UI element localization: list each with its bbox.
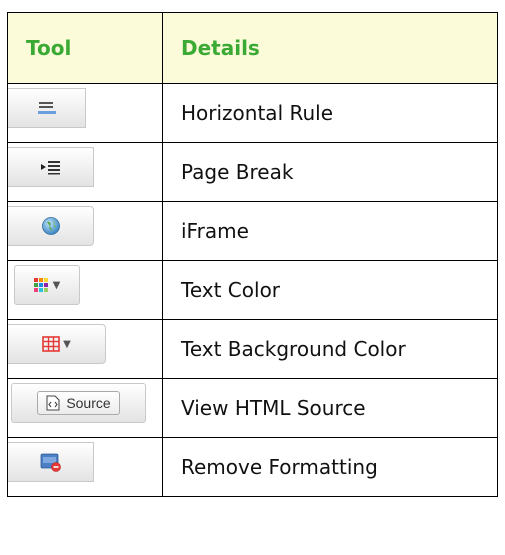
table-row: Source View HTML Source xyxy=(7,378,498,438)
table-row: Page Break xyxy=(7,142,498,202)
tool-cell xyxy=(7,83,163,143)
tool-cell xyxy=(7,437,163,497)
text-background-color-icon xyxy=(42,336,60,352)
tool-cell: ▼ xyxy=(7,319,163,379)
tools-table: Tool Details Horizontal Rule Page Break … xyxy=(7,12,498,497)
source-button-inner: Source xyxy=(37,391,120,415)
iframe-globe-icon xyxy=(41,217,60,235)
tool-cell xyxy=(7,201,163,261)
details-cell: Page Break xyxy=(162,142,498,202)
page-break-icon xyxy=(40,161,60,175)
chevron-down-icon: ▼ xyxy=(52,279,61,291)
tool-cell: Source xyxy=(7,378,163,438)
details-cell: iFrame xyxy=(162,201,498,261)
source-icon xyxy=(46,395,60,411)
details-cell: Horizontal Rule xyxy=(162,83,498,143)
tool-cell xyxy=(7,142,163,202)
text-color-icon xyxy=(33,278,48,292)
table-row: iFrame xyxy=(7,201,498,261)
header-row: Tool Details xyxy=(7,12,498,84)
table-row: Remove Formatting xyxy=(7,437,498,497)
details-cell: Remove Formatting xyxy=(162,437,498,497)
details-cell: View HTML Source xyxy=(162,378,498,438)
details-cell: Text Background Color xyxy=(162,319,498,379)
table-row: ▼ Text Color xyxy=(7,260,498,320)
tool-column-header: Tool xyxy=(7,12,163,84)
tool-cell: ▼ xyxy=(7,260,163,320)
details-cell: Text Color xyxy=(162,260,498,320)
text-color-button[interactable]: ▼ xyxy=(14,265,80,305)
source-button-label: Source xyxy=(66,395,111,411)
chevron-down-icon: ▼ xyxy=(63,338,71,350)
remove-formatting-button[interactable] xyxy=(8,442,94,482)
iframe-button[interactable] xyxy=(8,206,94,246)
details-column-header: Details xyxy=(162,12,498,84)
text-background-color-button[interactable]: ▼ xyxy=(8,324,106,364)
table-row: Horizontal Rule xyxy=(7,83,498,143)
page-break-button[interactable] xyxy=(8,147,94,187)
table-row: ▼ Text Background Color xyxy=(7,319,498,379)
horizontal-rule-icon xyxy=(37,102,56,114)
source-button[interactable]: Source xyxy=(11,383,146,423)
horizontal-rule-button[interactable] xyxy=(8,88,86,128)
remove-formatting-icon xyxy=(40,453,61,472)
